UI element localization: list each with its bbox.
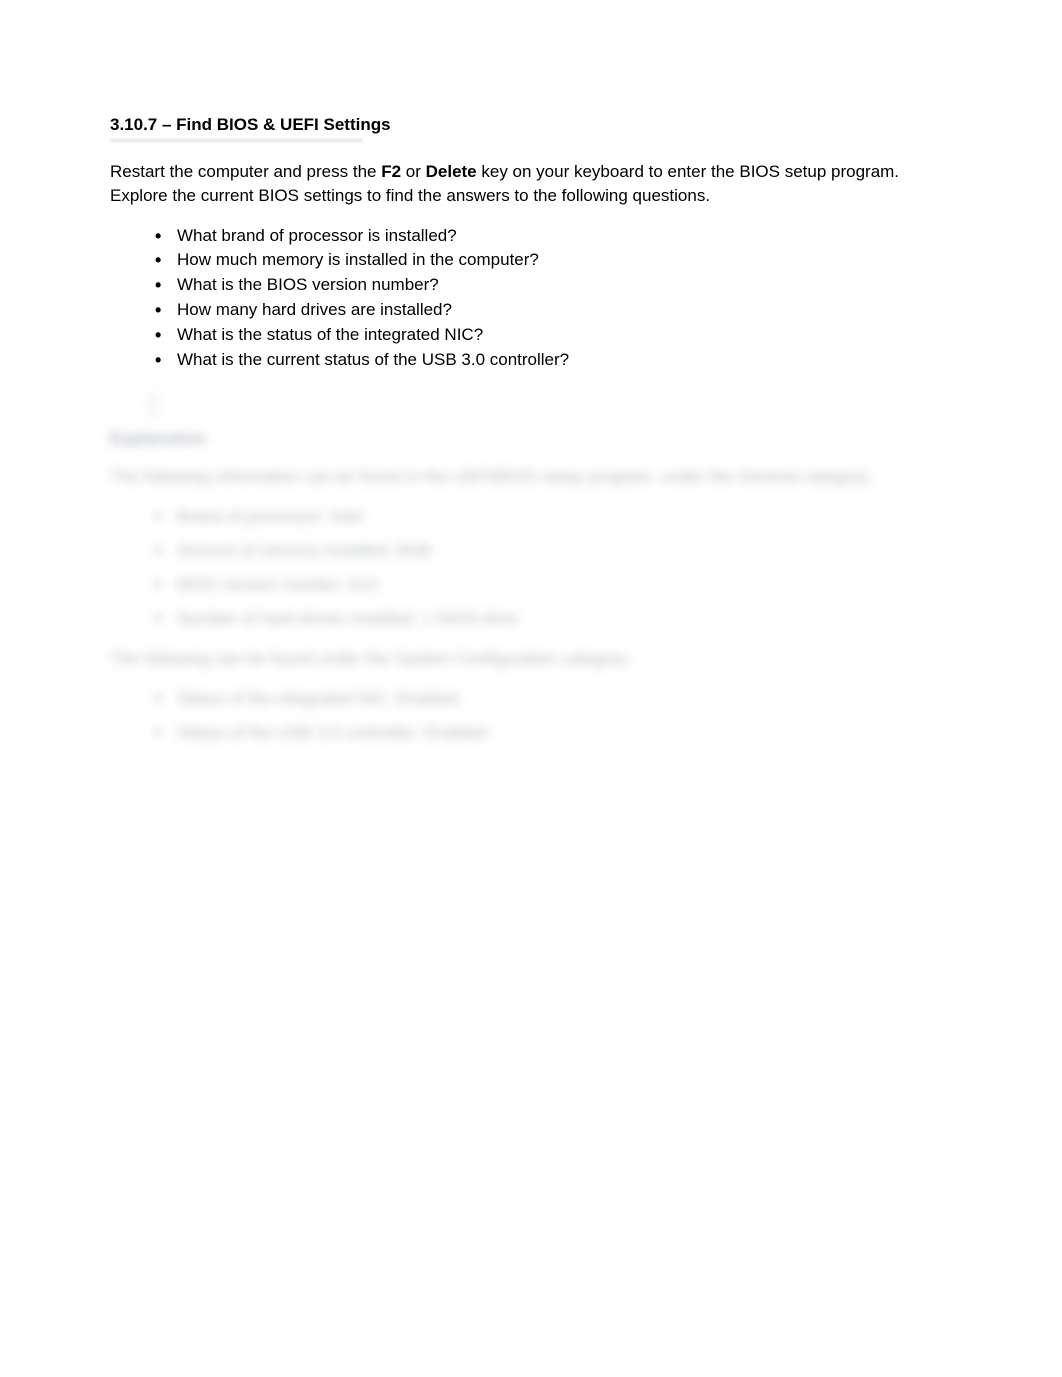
answer-item: Amount of memory installed: 8GB xyxy=(155,541,952,561)
explanation-label: Explanation xyxy=(110,429,952,449)
answer-item: BIOS version number: A14 xyxy=(155,575,952,595)
blur-bullet xyxy=(150,393,156,417)
question-item: What is the status of the integrated NIC… xyxy=(155,323,952,347)
blurred-explanation-block: Explanation The following information ca… xyxy=(110,393,952,743)
intro-mid: or xyxy=(401,162,426,181)
intro-pre: Restart the computer and press the xyxy=(110,162,381,181)
title-underline xyxy=(110,139,363,142)
explanation-intro-2: The following can be found under the Sys… xyxy=(110,649,952,669)
intro-paragraph: Restart the computer and press the F2 or… xyxy=(110,160,952,208)
questions-list: What brand of processor is installed? Ho… xyxy=(110,224,952,372)
explanation-intro-1: The following information can be found i… xyxy=(110,467,952,487)
key-delete: Delete xyxy=(426,162,477,181)
answers-list-2: Status of the integrated NIC: Enabled St… xyxy=(110,689,952,743)
answer-item: Brand of processor: Intel xyxy=(155,507,952,527)
question-item: What brand of processor is installed? xyxy=(155,224,952,248)
question-item: How much memory is installed in the comp… xyxy=(155,248,952,272)
answer-item: Status of the integrated NIC: Enabled xyxy=(155,689,952,709)
answers-list-1: Brand of processor: Intel Amount of memo… xyxy=(110,507,952,629)
question-item: How many hard drives are installed? xyxy=(155,298,952,322)
question-item: What is the current status of the USB 3.… xyxy=(155,348,952,372)
answer-item: Number of hard drives installed: 1 SATA … xyxy=(155,609,952,629)
question-item: What is the BIOS version number? xyxy=(155,273,952,297)
page-title: 3.10.7 – Find BIOS & UEFI Settings xyxy=(110,115,952,135)
key-f2: F2 xyxy=(381,162,401,181)
answer-item: Status of the USB 3.0 controller: Enable… xyxy=(155,723,952,743)
